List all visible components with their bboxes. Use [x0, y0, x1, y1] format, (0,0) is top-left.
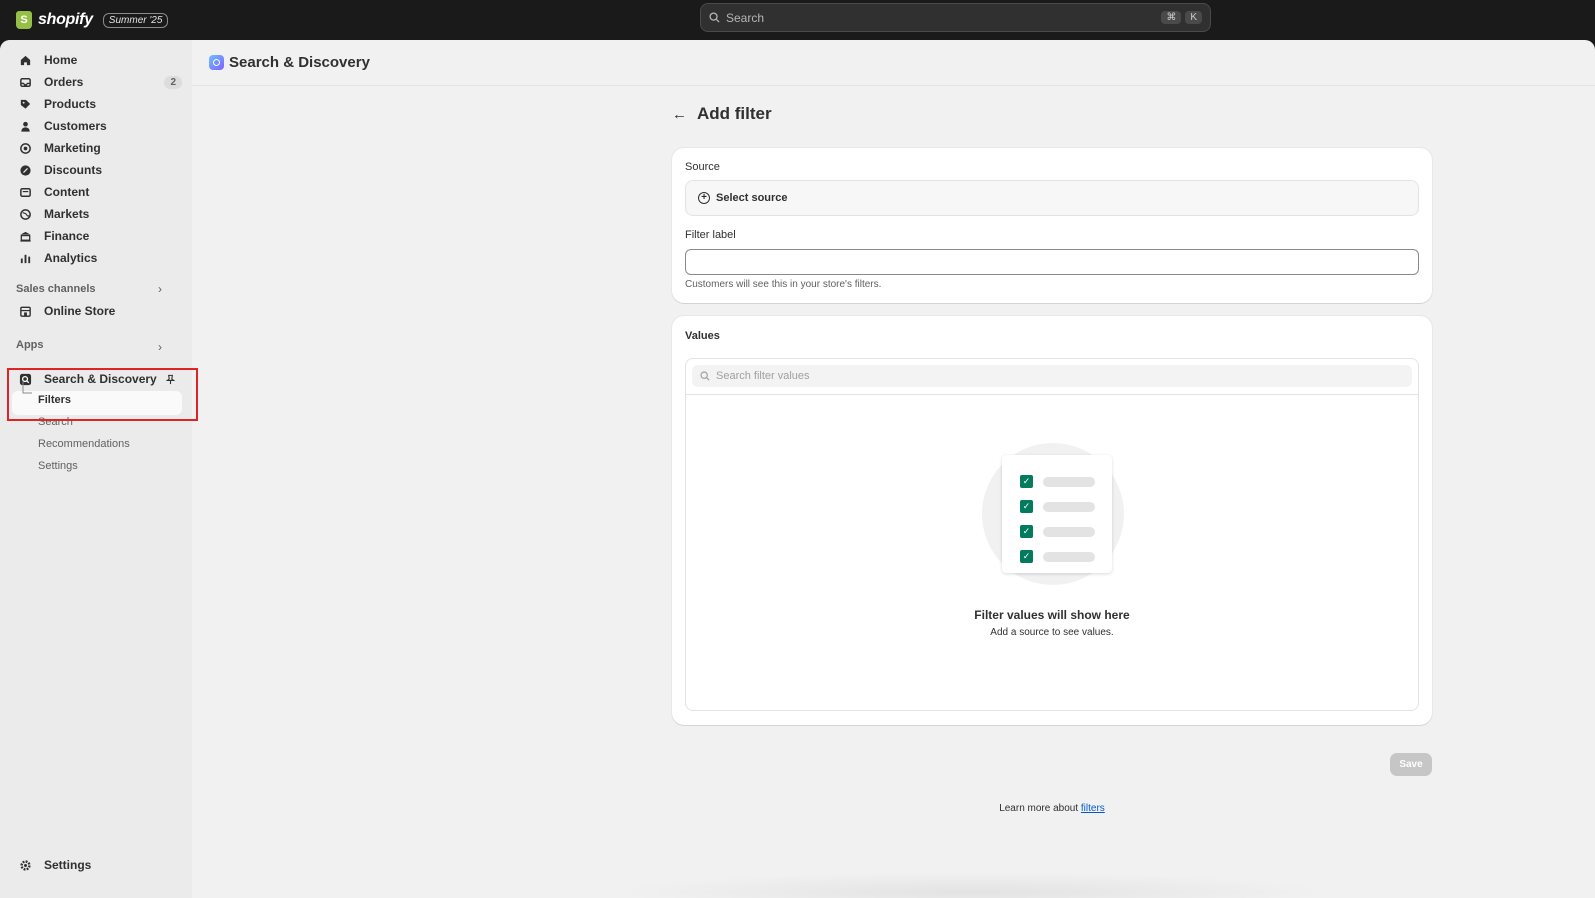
sidebar-item-label: Products	[44, 97, 97, 111]
filter-label-label: Filter label	[685, 229, 736, 241]
discount-icon	[18, 163, 32, 177]
checkbox-checked-icon: ✓	[1020, 550, 1033, 563]
filter-label-input[interactable]	[685, 249, 1419, 275]
sidebar-item-markets[interactable]: Markets	[12, 203, 182, 225]
sidebar-item-analytics[interactable]: Analytics	[12, 247, 182, 269]
gear-icon	[18, 858, 32, 872]
shopify-bag-icon: S	[16, 11, 32, 29]
sidebar-subitem-recommendations[interactable]: Recommendations	[38, 438, 130, 450]
top-bar: S shopify Summer '25 Search ⌘ K	[0, 0, 1595, 40]
shopify-logo[interactable]: S shopify Summer '25	[16, 11, 169, 29]
sidebar: Home Orders 2 Products Customers Marketi…	[0, 40, 198, 898]
sidebar-item-label: Home	[44, 53, 78, 67]
sidebar-subitem-settings[interactable]: Settings	[38, 460, 78, 472]
values-card: Values Search filter values ✓ ✓ ✓ ✓ Filt…	[672, 316, 1432, 725]
apps-heading[interactable]: Apps	[16, 339, 44, 351]
sidebar-item-home[interactable]: Home	[12, 49, 182, 71]
checkbox-checked-icon: ✓	[1020, 525, 1033, 538]
sidebar-item-finance[interactable]: Finance	[12, 225, 182, 247]
content-icon	[18, 185, 32, 199]
bar-chart-icon	[18, 251, 32, 265]
highlight-annotation-box	[7, 368, 198, 421]
main-content: Search & Discovery ← Add filter Source +…	[192, 40, 1595, 898]
home-icon	[18, 53, 32, 67]
sidebar-item-label: Online Store	[44, 304, 116, 318]
search-discovery-logo-icon	[209, 55, 224, 70]
sidebar-item-label: Marketing	[44, 141, 101, 155]
select-source-label: Select source	[716, 192, 788, 204]
empty-state-title: Filter values will show here	[974, 608, 1130, 622]
tag-icon	[18, 97, 32, 111]
sidebar-item-products[interactable]: Products	[12, 93, 182, 115]
values-search-placeholder: Search filter values	[716, 370, 810, 382]
sales-channels-heading[interactable]: Sales channels	[16, 283, 96, 295]
sidebar-item-label: Settings	[44, 858, 92, 872]
sidebar-item-label: Discounts	[44, 163, 103, 177]
sidebar-item-discounts[interactable]: Discounts	[12, 159, 182, 181]
global-search-input[interactable]: Search ⌘ K	[700, 3, 1211, 32]
inbox-icon	[18, 75, 32, 89]
values-search-input[interactable]: Search filter values	[692, 365, 1412, 387]
person-icon	[18, 119, 32, 133]
select-source-button[interactable]: + Select source	[685, 180, 1419, 216]
values-panel: Search filter values ✓ ✓ ✓ ✓ Filter valu…	[685, 358, 1419, 711]
k-key: K	[1185, 11, 1202, 24]
cmd-key: ⌘	[1161, 11, 1182, 24]
checklist-illustration: ✓ ✓ ✓ ✓	[1002, 455, 1112, 573]
admin-frame: Home Orders 2 Products Customers Marketi…	[0, 40, 1595, 898]
page-title: Add filter	[697, 104, 772, 123]
orders-count-badge: 2	[164, 75, 182, 89]
filter-label-help: Customers will see this in your store's …	[685, 279, 882, 290]
checkbox-checked-icon: ✓	[1020, 475, 1033, 488]
edition-badge[interactable]: Summer '25	[102, 12, 169, 28]
sidebar-item-orders[interactable]: Orders 2	[12, 71, 182, 93]
app-header: Search & Discovery	[192, 40, 1595, 86]
global-search-placeholder: Search	[726, 10, 765, 25]
target-icon	[18, 141, 32, 155]
filters-help-link[interactable]: filters	[1081, 803, 1105, 814]
empty-state-subtitle: Add a source to see values.	[990, 627, 1114, 638]
shortcut-hint: ⌘ K	[1161, 11, 1202, 24]
bottom-shadow	[612, 872, 1332, 898]
learn-more-text: Learn more about	[999, 803, 1081, 814]
store-icon	[18, 304, 32, 318]
globe-icon	[18, 207, 32, 221]
sidebar-item-online-store[interactable]: Online Store	[12, 300, 182, 322]
search-icon	[709, 12, 720, 23]
checkbox-checked-icon: ✓	[1020, 500, 1033, 513]
sidebar-item-marketing[interactable]: Marketing	[12, 137, 182, 159]
sidebar-item-settings[interactable]: Settings	[12, 854, 182, 876]
source-label: Source	[685, 161, 720, 173]
bank-icon	[18, 229, 32, 243]
sidebar-item-label: Finance	[44, 229, 90, 243]
chevron-right-icon[interactable]: ›	[158, 282, 162, 296]
sidebar-item-customers[interactable]: Customers	[12, 115, 182, 137]
plus-circle-icon: +	[698, 192, 710, 204]
values-title: Values	[685, 330, 720, 342]
sidebar-item-label: Orders	[44, 75, 84, 89]
page-header: ← Add filter	[672, 104, 772, 124]
app-title: Search & Discovery	[229, 54, 370, 71]
sidebar-item-label: Content	[44, 185, 90, 199]
brand-name: shopify	[38, 11, 93, 28]
sidebar-item-label: Customers	[44, 119, 107, 133]
source-card: Source + Select source Filter label Cust…	[672, 148, 1432, 303]
chevron-right-icon[interactable]: ›	[158, 340, 162, 354]
sidebar-item-label: Analytics	[44, 251, 98, 265]
sidebar-item-label: Markets	[44, 207, 90, 221]
search-icon	[700, 371, 710, 381]
back-arrow-icon[interactable]: ←	[672, 106, 687, 123]
divider	[686, 394, 1418, 395]
learn-more-footer: Learn more about filters	[672, 803, 1432, 814]
save-button[interactable]: Save	[1390, 753, 1432, 776]
sidebar-item-content[interactable]: Content	[12, 181, 182, 203]
